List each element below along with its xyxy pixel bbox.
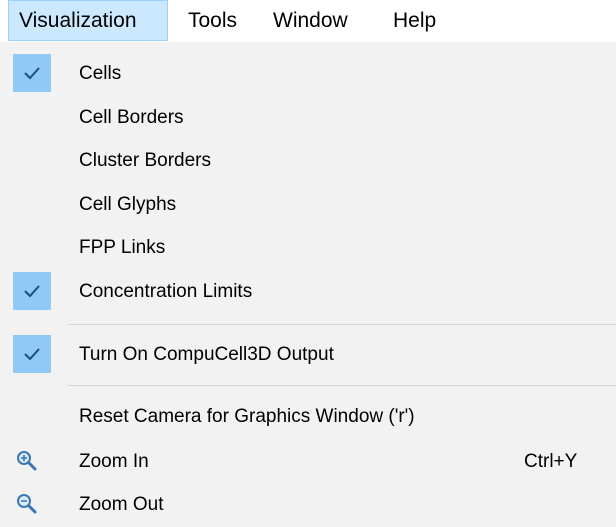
menu-tools[interactable]: Tools bbox=[178, 0, 247, 41]
menu-item-zoom-out[interactable]: Zoom Out bbox=[0, 483, 616, 526]
menu-item-label: Zoom Out bbox=[79, 494, 164, 515]
menu-item-label: FPP Links bbox=[79, 237, 166, 258]
menu-item-cell-borders[interactable]: Cell Borders bbox=[0, 96, 616, 139]
menu-item-cell-glyphs[interactable]: Cell Glyphs bbox=[0, 183, 616, 226]
menu-separator bbox=[68, 385, 616, 386]
menu-window[interactable]: Window bbox=[263, 0, 358, 41]
menu-item-concentration-limits[interactable]: Concentration Limits bbox=[0, 270, 616, 313]
menu-item-label: Cells bbox=[79, 63, 122, 84]
shortcut-label: Ctrl+Y bbox=[524, 451, 578, 472]
zoom-out-icon bbox=[17, 494, 37, 514]
menu-item-label: Cell Borders bbox=[79, 107, 184, 128]
menu-item-cells[interactable]: Cells bbox=[0, 52, 616, 95]
menu-item-label: Turn On CompuCell3D Output bbox=[79, 344, 334, 365]
menu-separator bbox=[68, 324, 616, 325]
menu-item-cluster-borders[interactable]: Cluster Borders bbox=[0, 139, 616, 182]
menu-item-fpp-links[interactable]: FPP Links bbox=[0, 226, 616, 269]
checkmark-icon bbox=[13, 335, 51, 373]
checkmark-icon bbox=[13, 54, 51, 92]
menu-item-label: Zoom In bbox=[79, 451, 149, 472]
menu-item-turn-on-output[interactable]: Turn On CompuCell3D Output bbox=[0, 333, 616, 376]
checkmark-icon bbox=[13, 272, 51, 310]
menu-visualization[interactable]: Visualization bbox=[8, 0, 168, 41]
menu-item-label: Cell Glyphs bbox=[79, 194, 177, 215]
menu-item-label: Cluster Borders bbox=[79, 150, 211, 171]
menu-bar: Visualization Tools Window Help bbox=[0, 0, 616, 42]
menu-help[interactable]: Help bbox=[383, 0, 446, 41]
menu-item-label: Concentration Limits bbox=[79, 281, 253, 302]
menu-item-label: Reset Camera for Graphics Window ('r') bbox=[79, 406, 415, 427]
zoom-in-icon bbox=[17, 451, 37, 471]
visualization-dropdown-menu: Cells Cell Borders Cluster Borders Cell … bbox=[0, 42, 616, 527]
menu-item-reset-camera[interactable]: Reset Camera for Graphics Window ('r') bbox=[0, 395, 616, 438]
menu-item-zoom-in[interactable]: Zoom In Ctrl+Y bbox=[0, 440, 616, 483]
